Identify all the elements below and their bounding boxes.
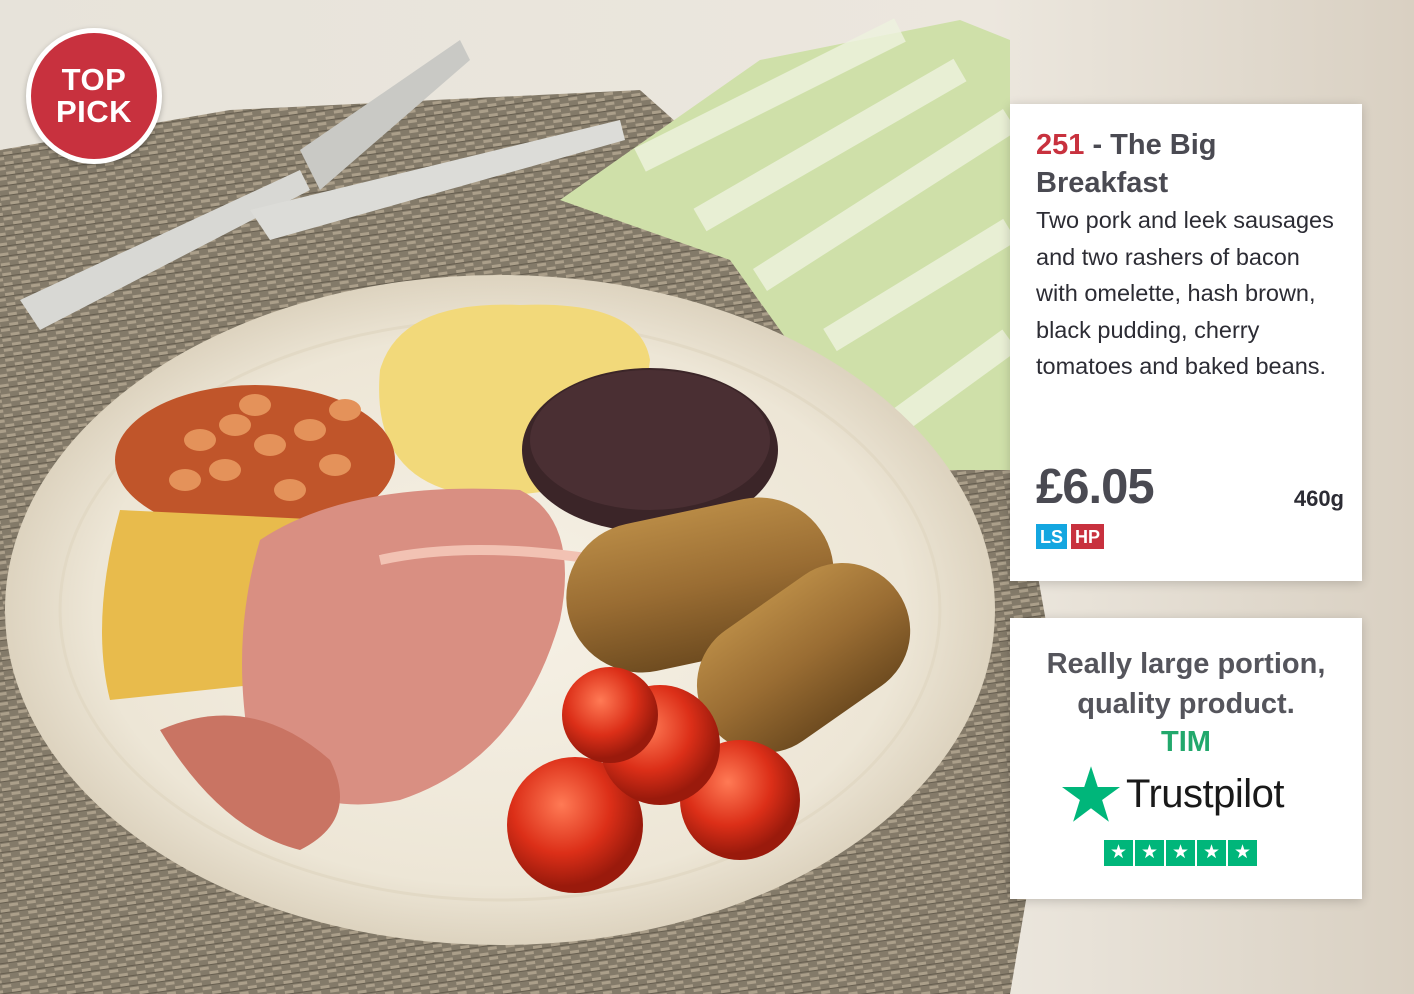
top-pick-badge: TOP PICK [26, 28, 162, 164]
trustpilot-brand: Trustpilot [1126, 771, 1285, 816]
badge-line-2: PICK [55, 94, 133, 129]
star-icon: ★ [1135, 840, 1164, 866]
tag-ls: LS [1036, 524, 1068, 549]
star-icon: ★ [1228, 840, 1257, 866]
rating-stars: ★ ★ ★ ★ ★ [1104, 840, 1257, 866]
product-price: £6.05 [1036, 460, 1155, 514]
tag-hp: HP [1071, 524, 1105, 549]
product-description: Two pork and leek sausages and two rashe… [1036, 207, 1334, 380]
title-separator: - [1084, 129, 1111, 161]
product-weight: 460g [1293, 486, 1344, 511]
dietary-tags: LS HP [1036, 524, 1105, 549]
product-card[interactable]: 251 - The Big Breakfast Two pork and lee… [1010, 104, 1362, 581]
star-icon: ★ [1166, 840, 1195, 866]
badge-line-1: TOP [61, 62, 127, 97]
product-page: TOP PICK 251 - The Big Breakfast Two por… [0, 0, 1414, 994]
product-title: 251 - The Big Breakfast [1036, 126, 1346, 202]
star-icon: ★ [1104, 840, 1133, 866]
product-code: 251 [1036, 129, 1085, 161]
star-icon: ★ [1197, 840, 1226, 866]
review-card: Really large portion, quality product. T… [1010, 618, 1362, 899]
review-quote: Really large portion, quality product. [1046, 648, 1326, 720]
review-author: TIM [1161, 726, 1211, 758]
trustpilot-logo: Trustpilot [1062, 766, 1285, 822]
trustpilot-star-icon [1062, 766, 1120, 822]
